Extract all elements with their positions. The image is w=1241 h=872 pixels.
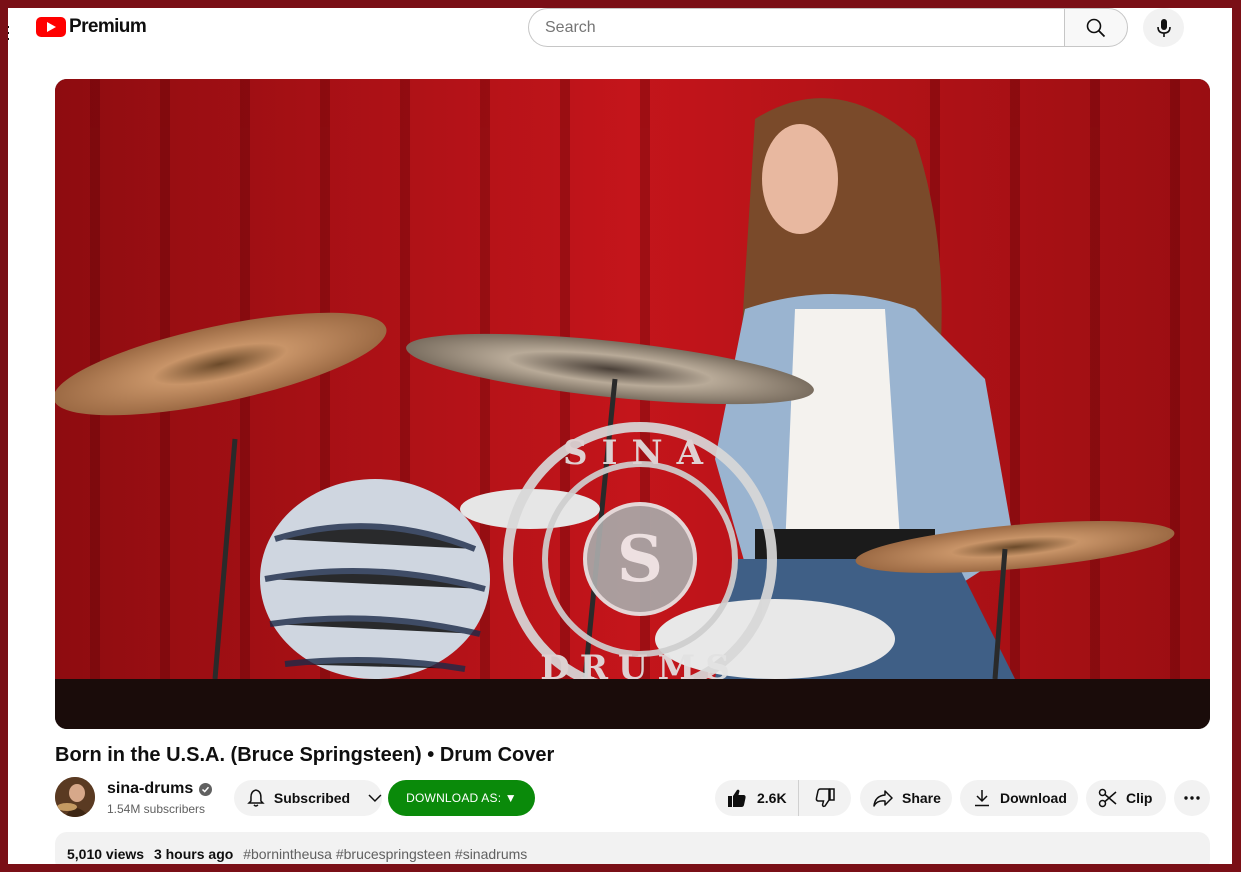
search-box[interactable] [528,8,1065,47]
like-dislike-group: 2.6K [715,780,851,816]
svg-text:S: S [617,522,663,597]
search-button[interactable] [1064,8,1128,47]
video-title: Born in the U.S.A. (Bruce Springsteen) •… [55,744,555,766]
youtube-premium-logo[interactable]: Premium [36,16,147,38]
hashtags[interactable]: #bornintheusa #brucespringsteen #sinadru… [243,846,527,862]
logo-text: Premium [69,16,147,37]
video-frame: S SINA DRUMS [55,79,1210,729]
download-button[interactable]: Download [960,780,1078,816]
share-icon [873,790,893,807]
search-icon [1086,18,1106,37]
description-box[interactable]: 5,010 views 3 hours ago #bornintheusa #b… [55,832,1210,864]
subscriber-count: 1.54M subscribers [107,802,206,816]
watermark-seal: S SINA DRUMS [503,422,777,696]
thumbs-up-icon [728,789,746,807]
verified-icon [199,782,213,796]
video-player[interactable]: S SINA DRUMS [55,79,1210,729]
upload-time: 3 hours ago [153,846,234,862]
share-label: Share [902,790,941,806]
more-horizontal-icon [1184,796,1200,800]
like-button[interactable]: 2.6K [715,780,799,816]
chevron-down-icon [368,794,382,803]
voice-search-button[interactable] [1143,8,1184,47]
download-label: Download [1000,790,1067,806]
channel-avatar[interactable] [55,777,95,817]
search-input[interactable] [545,18,1065,37]
more-actions-button[interactable] [1174,780,1210,816]
clip-label: Clip [1126,790,1153,806]
download-icon [975,790,989,807]
microphone-icon [1156,18,1171,37]
view-count: 5,010 views [67,846,145,862]
channel-name-text: sina-drums [107,780,194,797]
like-count: 2.6K [757,790,787,806]
scissors-icon [1098,788,1117,808]
clip-button[interactable]: Clip [1086,780,1166,816]
avatar-image [55,777,95,817]
download-as-button[interactable]: DOWNLOAD AS: ▼ [388,780,535,816]
dislike-button[interactable] [799,780,851,816]
share-button[interactable]: Share [860,780,952,816]
youtube-play-icon [36,17,66,37]
thumbs-down-icon [815,788,835,808]
svg-text:SINA: SINA [563,433,717,473]
menu-icon[interactable] [8,26,14,42]
youtube-watch-page: Premium Search S SINA DRUMS Born in the … [8,8,1232,864]
bell-icon [247,789,265,807]
channel-name[interactable]: sina-drums [107,780,213,798]
subscribed-button[interactable]: Subscribed [234,780,382,816]
subscribed-label: Subscribed [273,790,351,806]
